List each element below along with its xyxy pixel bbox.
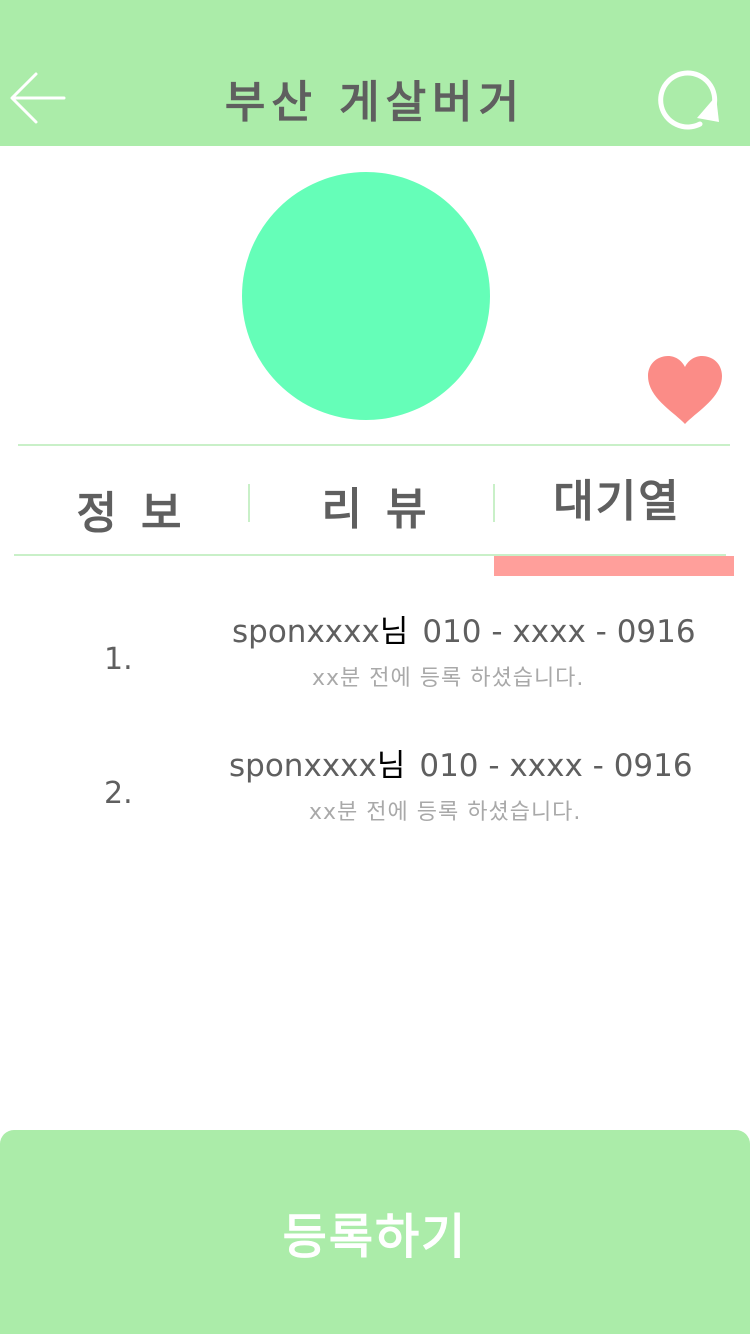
refresh-icon — [658, 70, 719, 130]
tab-queue[interactable]: 대기열 — [500, 462, 734, 532]
refresh-button[interactable] — [656, 66, 722, 132]
queue-index: 1. — [104, 642, 133, 677]
queue-user-suffix: 님 — [379, 614, 409, 650]
register-button[interactable]: 등록하기 — [0, 1130, 750, 1334]
app-header: 부산 게살버거 — [0, 0, 750, 146]
tab-review[interactable]: 리뷰 — [254, 470, 494, 540]
queue-item: 2. sponxxxx님 010 - xxxx - 0916 xx분 전에 등록 … — [0, 734, 750, 834]
queue-user-line: sponxxxx님 010 - xxxx - 0916 — [229, 740, 693, 785]
page-title: 부산 게살버거 — [224, 77, 526, 128]
store-image — [242, 172, 490, 420]
tab-divider-top — [18, 444, 730, 446]
queue-item: 1. sponxxxx님 010 - xxxx - 0916 xx분 전에 등록 … — [0, 600, 750, 700]
queue-user-id: sponxxxx — [232, 614, 380, 650]
queue-user-line: sponxxxx님 010 - xxxx - 0916 — [232, 606, 696, 651]
active-tab-indicator — [494, 556, 734, 576]
tab-separator — [493, 484, 495, 522]
queue-index: 2. — [104, 776, 133, 811]
queue-user-suffix: 님 — [376, 748, 406, 784]
favorite-button[interactable] — [644, 352, 726, 428]
queue-phone: 010 - xxxx - 0916 — [419, 748, 693, 784]
queue-user-id: sponxxxx — [229, 748, 377, 784]
queue-phone: 010 - xxxx - 0916 — [422, 614, 696, 650]
heart-icon — [648, 356, 722, 424]
queue-time: xx분 전에 등록 하셨습니다. — [309, 800, 582, 825]
queue-time: xx분 전에 등록 하셨습니다. — [312, 666, 585, 691]
store-detail-screen: 부산 게살버거 정보 리뷰 대기열 1. sponxxxx님 010 - xxxx… — [0, 0, 750, 1334]
tab-info[interactable]: 정보 — [14, 474, 244, 544]
register-button-label: 등록하기 — [282, 1209, 468, 1265]
tab-separator — [248, 484, 250, 522]
